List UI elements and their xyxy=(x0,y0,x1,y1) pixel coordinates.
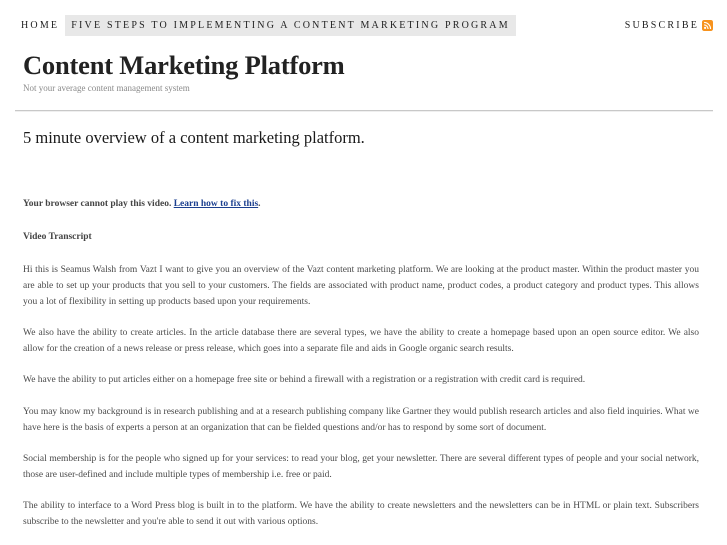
site-title[interactable]: Content Marketing Platform xyxy=(23,50,345,81)
rss-feed-icon xyxy=(702,20,713,31)
header-divider xyxy=(15,110,713,112)
video-notice-text: Your browser cannot play this video. xyxy=(23,199,172,209)
top-navigation: HOME FIVE STEPS TO IMPLEMENTING A CONTEN… xyxy=(15,15,516,36)
transcript-paragraph: You may know my background is in researc… xyxy=(23,407,699,433)
subscribe-link[interactable]: SUBSCRIBE xyxy=(625,15,713,36)
site-tagline: Not your average content management syst… xyxy=(23,83,190,93)
video-notice-period: . xyxy=(258,199,261,209)
transcript-paragraph: We also have the ability to create artic… xyxy=(23,328,699,354)
transcript-paragraph: The ability to interface to a Word Press… xyxy=(23,501,699,527)
video-transcript-heading: Video Transcript xyxy=(23,232,92,242)
video-unsupported-notice: Your browser cannot play this video. Lea… xyxy=(23,199,261,209)
nav-five-steps-link[interactable]: FIVE STEPS TO IMPLEMENTING A CONTENT MAR… xyxy=(65,15,516,36)
transcript-paragraph: We have the ability to put articles eith… xyxy=(23,375,586,385)
transcript-paragraph: Hi this is Seamus Walsh from Vazt I want… xyxy=(23,265,699,307)
post-title: 5 minute overview of a content marketing… xyxy=(23,128,365,147)
transcript-paragraph: Social membership is for the people who … xyxy=(23,454,699,480)
nav-home-link[interactable]: HOME xyxy=(15,15,65,36)
post-content: 5 minute overview of a content marketing… xyxy=(23,128,699,527)
learn-how-to-fix-link[interactable]: Learn how to fix this xyxy=(174,199,258,209)
subscribe-label: SUBSCRIBE xyxy=(624,20,699,31)
